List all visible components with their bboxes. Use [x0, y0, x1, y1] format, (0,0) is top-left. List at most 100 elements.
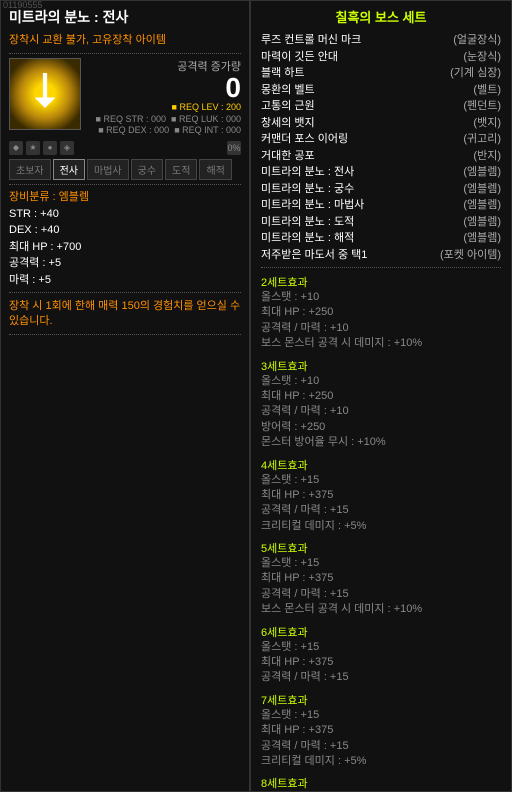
category-value: 엠블렘 [59, 191, 89, 203]
set-item-slot: (엠블렘) [463, 230, 501, 247]
set-item-slot: (기계 심장) [450, 65, 501, 82]
set-effect-line: 최대 HP : +375 [261, 571, 501, 586]
set-effect-line: 보스 몬스터 공격 시 데미지 : +10% [261, 602, 501, 617]
mini-icon: ◈ [60, 141, 74, 155]
divider [9, 334, 241, 335]
class-tab-해적[interactable]: 해적 [199, 159, 231, 180]
mini-icon: ◆ [9, 141, 23, 155]
req-luk: ■ REQ LUK : 000 [171, 114, 241, 124]
set-effect-line: 최대 HP : +250 [261, 389, 501, 404]
set-item-slot: (뱃지) [473, 115, 501, 132]
set-effect-line: 크리티컬 데미지 : +5% [261, 519, 501, 534]
set-effect-header: 2세트효과 [261, 274, 501, 290]
class-tab-초보자[interactable]: 초보자 [9, 159, 51, 180]
set-effect-line: 최대 HP : +375 [261, 655, 501, 670]
set-effect-line: 최대 HP : +375 [261, 488, 501, 503]
req-int: ■ REQ INT : 000 [174, 125, 241, 135]
set-item-row: 미트라의 분노 : 궁수 (엠블렘) [261, 181, 501, 198]
mini-icon: ★ [26, 141, 40, 155]
set-item-name: 미트라의 분노 : 마법사 [261, 197, 364, 214]
set-item-row: 몽환의 벨트 (벨트) [261, 82, 501, 99]
set-effect-header: 8세트효과 [261, 775, 501, 791]
set-effect-line: 올스탯 : +15 [261, 473, 501, 488]
set-effect-line: 공격력 / 마력 : +15 [261, 503, 501, 518]
set-item-row: 미트라의 분노 : 해적 (엠블렘) [261, 230, 501, 247]
class-tab-마법사[interactable]: 마법사 [87, 159, 129, 180]
class-tabs: 초보자전사마법사궁수도적해적 [9, 159, 241, 180]
set-effect-line: 최대 HP : +250 [261, 305, 501, 320]
set-item-name: 미트라의 분노 : 도적 [261, 214, 354, 231]
item-stats: 장비분류 : 엠블렘 STR : +40DEX : +40최대 HP : +70… [9, 189, 241, 288]
set-effect-header: 7세트효과 [261, 692, 501, 708]
divider [9, 184, 241, 185]
set-item-slot: (벨트) [473, 82, 501, 99]
set-item-name: 커맨더 포스 이어링 [261, 131, 348, 148]
class-tab-궁수[interactable]: 궁수 [131, 159, 163, 180]
set-effect-line: 올스탯 : +15 [261, 708, 501, 723]
stat-line: 최대 HP : +700 [9, 239, 241, 256]
set-item-row: 마력이 깃든 안대 (눈장식) [261, 49, 501, 66]
item-tooltip-panel: 01190555 미트라의 분노 : 전사 장착시 교환 불가, 고유장착 아이… [0, 0, 250, 792]
set-item-name: 저주받은 마도서 중 택1 [261, 247, 367, 264]
set-effect-line: 크리티컬 데미지 : +5% [261, 754, 501, 769]
set-item-row: 블랙 하트 (기계 심장) [261, 65, 501, 82]
set-item-row: 미트라의 분노 : 전사 (엠블렘) [261, 164, 501, 181]
stat-line: STR : +40 [9, 206, 241, 223]
mini-icon-row: ◆ ★ ● ◈ 0% [9, 141, 241, 155]
set-effect-header: 6세트효과 [261, 624, 501, 640]
item-id: 01190555 [3, 0, 42, 10]
set-effect-line: 몬스터 방어율 무시 : +10% [261, 435, 501, 450]
divider [261, 267, 501, 268]
set-effect-line: 공격력 / 마력 : +15 [261, 587, 501, 602]
item-icon [9, 58, 81, 130]
set-effect-header: 3세트효과 [261, 358, 501, 374]
set-item-row: 커맨더 포스 이어링 (귀고리) [261, 131, 501, 148]
flavor-text: 장착 시 1회에 한해 매력 150의 경험치를 얻으실 수 있습니다. [9, 299, 241, 330]
set-item-name: 창세의 뱃지 [261, 115, 315, 132]
mini-icon: ● [43, 141, 57, 155]
set-effect-line: 공격력 / 마력 : +15 [261, 739, 501, 754]
set-item-row: 저주받은 마도서 중 택1 (포켓 아이템) [261, 247, 501, 264]
set-item-name: 고통의 근원 [261, 98, 315, 115]
set-item-name: 미트라의 분노 : 전사 [261, 164, 354, 181]
set-effect-panel: 칠흑의 보스 세트 루즈 컨트롤 머신 마크 (얼굴장식) 마력이 깃든 안대 (눈장… [250, 0, 512, 792]
set-item-name: 마력이 깃든 안대 [261, 49, 338, 66]
category-label: 장비분류 : [9, 191, 56, 203]
set-effect-header: 4세트효과 [261, 457, 501, 473]
set-item-slot: (엠블렘) [463, 214, 501, 231]
set-item-slot: (귀고리) [463, 131, 501, 148]
class-tab-전사[interactable]: 전사 [53, 159, 85, 180]
item-title: 미트라의 분노 : 전사 [9, 7, 241, 27]
set-item-name: 루즈 컨트롤 머신 마크 [261, 32, 361, 49]
set-item-slot: (눈장식) [463, 49, 501, 66]
pct-label: 0% [227, 141, 241, 155]
set-item-slot: (얼굴장식) [453, 32, 501, 49]
set-effect-line: 올스탯 : +10 [261, 290, 501, 305]
set-item-slot: (엠블렘) [463, 181, 501, 198]
set-item-slot: (반지) [473, 148, 501, 165]
set-effect-line: 보스 몬스터 공격 시 데미지 : +10% [261, 336, 501, 351]
set-title: 칠흑의 보스 세트 [261, 7, 501, 26]
set-item-name: 미트라의 분노 : 해적 [261, 230, 354, 247]
class-tab-도적[interactable]: 도적 [165, 159, 197, 180]
req-dex: ■ REQ DEX : 000 [98, 125, 169, 135]
set-effect-line: 최대 HP : +375 [261, 723, 501, 738]
req-stats-box: ■ REQ LEV : 200 ■ REQ STR : 000 ■ REQ LU… [89, 102, 241, 137]
set-item-name: 미트라의 분노 : 궁수 [261, 181, 354, 198]
set-item-slot: (포켓 아이템) [440, 247, 501, 264]
set-effect-line: 공격력 / 마력 : +15 [261, 670, 501, 685]
req-str: ■ REQ STR : 000 [96, 114, 166, 124]
set-effect-line: 올스탯 : +15 [261, 556, 501, 571]
set-item-slot: (펜던트) [463, 98, 501, 115]
set-item-row: 미트라의 분노 : 마법사 (엠블렘) [261, 197, 501, 214]
set-effect-line: 방어력 : +250 [261, 420, 501, 435]
set-item-slot: (엠블렘) [463, 164, 501, 181]
set-item-name: 블랙 하트 [261, 65, 305, 82]
set-item-row: 고통의 근원 (펜던트) [261, 98, 501, 115]
set-item-name: 몽환의 벨트 [261, 82, 315, 99]
set-item-row: 미트라의 분노 : 도적 (엠블렘) [261, 214, 501, 231]
set-item-slot: (엠블렘) [463, 197, 501, 214]
set-item-row: 창세의 뱃지 (뱃지) [261, 115, 501, 132]
set-effect-line: 공격력 / 마력 : +10 [261, 321, 501, 336]
set-effect-header: 5세트효과 [261, 540, 501, 556]
